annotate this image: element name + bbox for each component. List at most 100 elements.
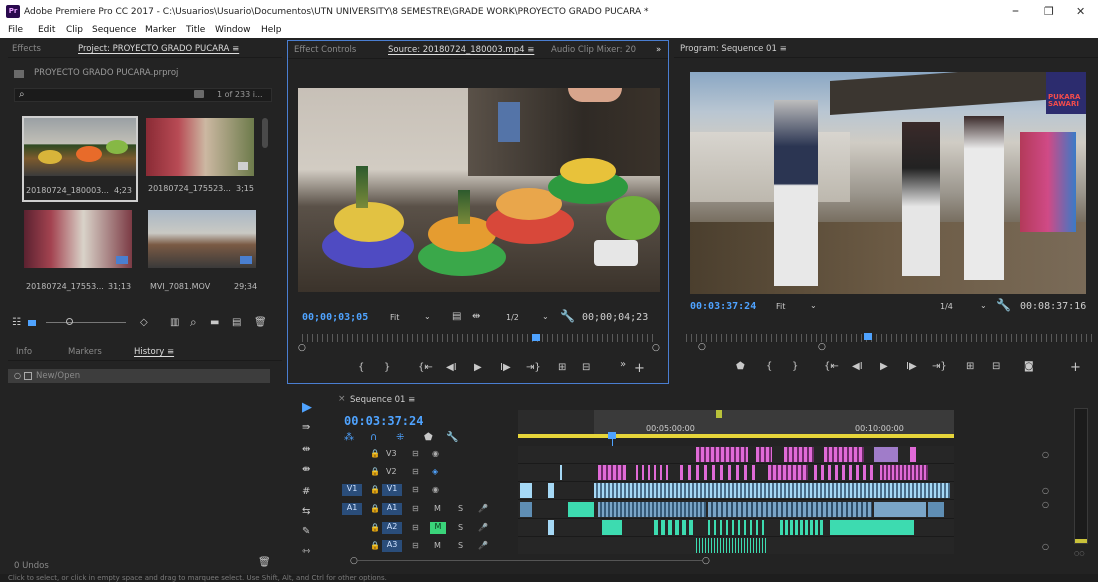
overwrite-icon[interactable]: ⊟ [582,362,590,373]
video-clip[interactable] [594,483,950,498]
zoom-handle-left[interactable]: ○ [298,343,306,353]
insert-icon[interactable]: ⊞ [558,362,566,373]
automate-icon[interactable]: ▥ [170,317,179,328]
solo-button[interactable]: S [458,523,463,532]
menu-file[interactable]: File [8,25,23,35]
video-clip[interactable] [598,465,626,480]
audio-clip[interactable] [548,520,554,535]
tab-program[interactable]: Program: Sequence 01 ≡ [680,44,787,54]
clip-thumbnail[interactable]: MVI_7081.MOV 29;34 [148,210,260,296]
video-clip[interactable] [814,465,874,480]
audio-clip[interactable] [520,502,532,517]
audio-clip[interactable] [696,538,766,553]
video-clip[interactable] [874,447,898,462]
source-patch-v1[interactable]: V1 [342,484,362,496]
add-button-icon[interactable]: + [1070,360,1081,375]
add-button-icon[interactable]: + [634,361,645,376]
video-clip[interactable] [824,447,864,462]
sync-lock-icon[interactable]: ⊟ [412,467,419,476]
program-video-frame[interactable]: PUKARA SAWARI [690,72,1086,294]
solo-button[interactable]: S [458,541,463,550]
audio-clip[interactable] [780,520,824,535]
sync-lock-icon[interactable]: ⊟ [412,504,419,513]
go-to-in-icon[interactable]: {⇤ [824,361,839,372]
audio-clip[interactable] [708,502,872,517]
playhead-marker[interactable] [864,333,872,340]
scrollbar[interactable] [262,118,268,148]
razor-tool-icon[interactable]: # [302,486,310,497]
settings-icon[interactable]: ▤ [452,311,461,322]
scroll-handle[interactable]: ○ [1042,500,1049,509]
source-timecode[interactable]: 00;00;03;05 [302,312,368,323]
snap-icon[interactable]: ∩ [370,432,377,443]
track-name[interactable]: A1 [382,503,402,515]
wrench-icon[interactable]: 🔧 [446,432,458,443]
lock-icon[interactable]: 🔒 [370,449,380,458]
menu-window[interactable]: Window [215,25,251,35]
scroll-handle[interactable]: ○ [1042,450,1049,459]
video-clip[interactable] [880,465,928,480]
video-clip[interactable] [784,447,814,462]
linked-selection-icon[interactable]: ⁜ [396,432,404,443]
play-icon[interactable]: ▶ [880,361,888,372]
timeline-scrollbar[interactable] [358,560,702,561]
add-marker-icon[interactable]: ⬟ [736,361,745,372]
track-lanes[interactable] [518,446,954,554]
drag-video-icon[interactable]: ⇹ [472,311,480,322]
search-input[interactable]: ⌕ 1 of 233 i... [14,88,272,102]
track-name[interactable]: V1 [382,484,402,496]
zoom-handle-left[interactable]: ○ [350,556,358,566]
sync-lock-icon[interactable]: ⊟ [412,485,419,494]
audio-clip[interactable] [928,502,944,517]
video-clip[interactable] [548,483,554,498]
restore-button[interactable]: ❐ [1044,5,1054,18]
audio-clip[interactable] [568,502,594,517]
lock-icon[interactable]: 🔒 [370,541,380,550]
menu-clip[interactable]: Clip [66,25,83,35]
audio-clip[interactable] [708,520,768,535]
mark-out-icon[interactable]: } [384,362,390,373]
play-icon[interactable]: ▶ [474,362,482,373]
mute-button[interactable]: M [434,504,441,513]
program-fit-dropdown[interactable]: Fit ⌄ [772,300,820,313]
ripple-edit-tool-icon[interactable]: ⇹ [302,444,310,455]
wrench-icon[interactable]: 🔧 [560,309,575,323]
nest-icon[interactable]: ⁂ [344,432,354,443]
step-back-icon[interactable]: ◀I [852,361,863,372]
new-item-icon[interactable]: ▤ [232,317,241,328]
step-forward-icon[interactable]: I▶ [500,362,511,373]
track-name[interactable]: A3 [382,540,402,552]
rate-stretch-tool-icon[interactable]: ⇼ [302,464,310,475]
sync-lock-icon[interactable]: ⊟ [412,523,419,532]
zoom-slider[interactable] [46,322,126,323]
find-icon[interactable]: ⌕ [190,315,197,330]
zoom-handle-right[interactable]: ○ [818,342,826,352]
menu-marker[interactable]: Marker [145,25,176,35]
new-bin-icon[interactable] [194,90,204,98]
menu-title[interactable]: Title [186,25,205,35]
go-to-out-icon[interactable]: ⇥} [932,361,947,372]
camera-icon[interactable]: ◙ [1024,361,1034,372]
lift-icon[interactable]: ⊞ [966,361,974,372]
microphone-icon[interactable]: 🎤 [478,523,488,532]
tab-effects[interactable]: Effects [12,44,41,54]
menu-sequence[interactable]: Sequence [92,25,136,35]
close-button[interactable]: ✕ [1076,5,1085,18]
slip-tool-icon[interactable]: ⇆ [302,506,310,517]
delete-history-icon[interactable]: 🗑 [258,557,271,568]
video-clip[interactable] [696,447,748,462]
source-video-frame[interactable] [298,88,660,292]
mark-out-icon[interactable]: } [792,361,798,372]
microphone-icon[interactable]: 🎤 [478,504,488,513]
video-clip[interactable] [680,465,760,480]
video-clip[interactable] [636,465,672,480]
list-view-icon[interactable]: ☷ [12,317,21,328]
track-select-tool-icon[interactable]: ⇛ [302,422,310,433]
audio-clip[interactable] [874,502,926,517]
microphone-icon[interactable]: 🎤 [478,541,488,550]
lock-icon[interactable]: 🔒 [370,504,380,513]
go-to-out-icon[interactable]: ⇥} [526,362,541,373]
wrench-icon[interactable]: 🔧 [996,298,1011,312]
mark-in-icon[interactable]: { [358,362,364,373]
add-marker-icon[interactable]: ⬟ [424,432,433,443]
